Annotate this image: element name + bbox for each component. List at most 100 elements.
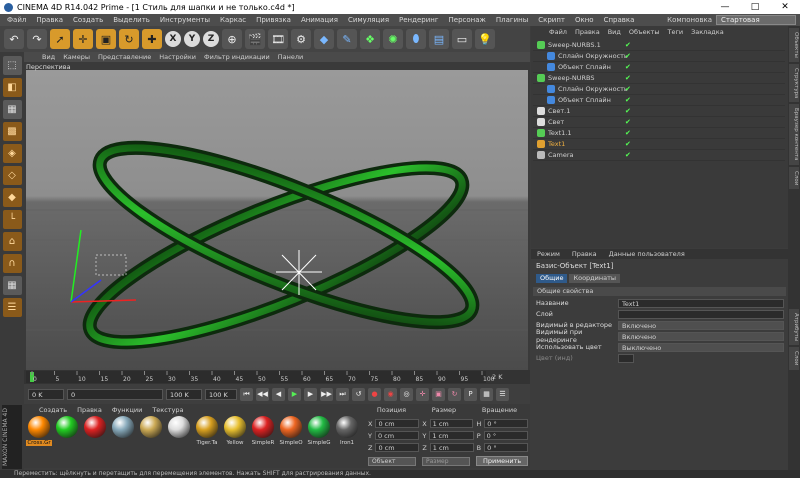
- scale-tool-icon[interactable]: ▣: [96, 29, 116, 49]
- size-z-field[interactable]: 1 cm: [429, 443, 474, 452]
- coord-size-mode-select[interactable]: Размер: [422, 456, 470, 466]
- object-row[interactable]: Text1.1 ✔: [533, 128, 785, 139]
- enabled-check-icon[interactable]: ✔: [625, 74, 631, 82]
- autokey-icon[interactable]: ◉: [384, 387, 397, 401]
- key-param-icon[interactable]: P: [464, 387, 477, 401]
- tab-structure[interactable]: Структура: [789, 63, 799, 103]
- material-item[interactable]: Yellow: [222, 416, 248, 446]
- nurbs-icon[interactable]: ❖: [360, 29, 380, 49]
- pos-z-field[interactable]: 0 cm: [375, 443, 420, 452]
- points-mode-icon[interactable]: ◈: [2, 144, 22, 163]
- tab-layers-2[interactable]: Слои: [789, 347, 799, 370]
- use-color-select[interactable]: Выключено: [618, 342, 784, 352]
- material-item[interactable]: SimpleO: [278, 416, 304, 446]
- close-button[interactable]: ✕: [770, 0, 800, 14]
- go-end-icon[interactable]: ⏭: [336, 387, 349, 401]
- material-item[interactable]: [110, 416, 136, 446]
- enabled-check-icon[interactable]: ✔: [625, 63, 631, 71]
- go-start-icon[interactable]: ⏮: [240, 387, 253, 401]
- enabled-check-icon[interactable]: ✔: [625, 96, 631, 104]
- vp-menu-display[interactable]: Представление: [94, 53, 155, 61]
- rot-p-field[interactable]: 0 °: [483, 431, 529, 440]
- tab-basic[interactable]: Общие: [536, 274, 568, 283]
- tweak-icon[interactable]: ⌂: [2, 232, 22, 251]
- redo-icon[interactable]: ↷: [27, 29, 47, 49]
- object-row[interactable]: Сплайн Окружность ✔: [533, 51, 785, 62]
- scrub-field[interactable]: 0: [67, 388, 163, 400]
- material-item[interactable]: Cross.Gr: [26, 416, 52, 446]
- next-key-icon[interactable]: ▶▶: [320, 387, 333, 401]
- size-y-field[interactable]: 1 cm: [429, 431, 474, 440]
- render-visible-select[interactable]: Включено: [618, 331, 784, 341]
- menu-mesh[interactable]: Каркас: [215, 16, 251, 24]
- material-item[interactable]: [82, 416, 108, 446]
- mat-menu-texture[interactable]: Текстура: [147, 406, 188, 414]
- last-tool-icon[interactable]: ✚: [142, 29, 162, 49]
- undo-icon[interactable]: ↶: [4, 29, 24, 49]
- display-color-swatch[interactable]: [618, 353, 634, 363]
- pos-x-field[interactable]: 0 cm: [375, 419, 420, 428]
- light-icon[interactable]: 💡: [475, 29, 495, 49]
- object-row[interactable]: Sweep-NURBS ✔: [533, 73, 785, 84]
- enabled-check-icon[interactable]: ✔: [625, 52, 631, 60]
- record-icon[interactable]: ●: [368, 387, 381, 401]
- edges-mode-icon[interactable]: ◇: [2, 166, 22, 185]
- tab-objects[interactable]: Объекты: [789, 28, 799, 62]
- obj-menu-objects[interactable]: Объекты: [625, 28, 664, 36]
- attr-menu-mode[interactable]: Режим: [531, 250, 566, 258]
- pos-y-field[interactable]: 0 cm: [374, 431, 420, 440]
- enabled-check-icon[interactable]: ✔: [625, 85, 631, 93]
- menu-simulate[interactable]: Симуляция: [343, 16, 394, 24]
- enabled-check-icon[interactable]: ✔: [625, 151, 631, 159]
- texture-mode-icon[interactable]: ▦: [2, 100, 22, 119]
- tab-attributes[interactable]: Атрибуты: [789, 309, 799, 346]
- menu-window[interactable]: Окно: [570, 16, 599, 24]
- layer-field[interactable]: [618, 309, 784, 319]
- material-item[interactable]: Iron1: [334, 416, 360, 446]
- coordinate-system-icon[interactable]: ⊕: [222, 29, 242, 49]
- mat-menu-edit[interactable]: Правка: [72, 406, 107, 414]
- obj-menu-view[interactable]: Вид: [604, 28, 625, 36]
- polygons-mode-icon[interactable]: ◆: [2, 188, 22, 207]
- object-row[interactable]: Свет.1 ✔: [533, 106, 785, 117]
- object-row[interactable]: Text1 ✔: [533, 139, 785, 150]
- mat-menu-function[interactable]: Функции: [107, 406, 148, 414]
- move-tool-icon[interactable]: ✛: [73, 29, 93, 49]
- prev-frame-icon[interactable]: ◀: [272, 387, 285, 401]
- editor-visible-select[interactable]: Включено: [618, 320, 784, 330]
- apply-button[interactable]: Применить: [476, 456, 529, 466]
- menu-plugins[interactable]: Плагины: [491, 16, 533, 24]
- key-rotation-icon[interactable]: ↻: [448, 387, 461, 401]
- object-row[interactable]: Sweep-NURBS.1 ✔: [533, 40, 785, 51]
- maximize-button[interactable]: □: [740, 0, 770, 14]
- menu-select[interactable]: Выделить: [108, 16, 155, 24]
- enabled-check-icon[interactable]: ✔: [625, 140, 631, 148]
- cube-icon[interactable]: ◆: [314, 29, 334, 49]
- render-picture-viewer-icon[interactable]: 🎞: [268, 29, 288, 49]
- object-row[interactable]: Объект Сплайн ✔: [533, 95, 785, 106]
- menu-edit[interactable]: Правка: [31, 16, 68, 24]
- layout-select[interactable]: Стартовая: [716, 15, 796, 25]
- select-tool-icon[interactable]: ➚: [50, 29, 70, 49]
- key-pla-icon[interactable]: ▦: [480, 387, 493, 401]
- max-frame-field[interactable]: 100 K: [205, 388, 237, 400]
- start-frame-field[interactable]: 0 K: [28, 388, 64, 400]
- material-item[interactable]: SimpleR: [250, 416, 276, 446]
- object-row[interactable]: Сплайн Окружность ✔: [533, 84, 785, 95]
- rot-b-field[interactable]: 0 °: [484, 443, 528, 452]
- key-scale-icon[interactable]: ▣: [432, 387, 445, 401]
- coord-mode-select[interactable]: Объект: [368, 456, 416, 466]
- object-row[interactable]: Свет ✔: [533, 117, 785, 128]
- snap-icon[interactable]: ∩: [2, 254, 22, 273]
- enabled-check-icon[interactable]: ✔: [625, 129, 631, 137]
- camera-icon[interactable]: ▭: [452, 29, 472, 49]
- vp-menu-panel[interactable]: Панели: [274, 53, 308, 61]
- vp-menu-cameras[interactable]: Камеры: [59, 53, 94, 61]
- tab-layers[interactable]: Слои: [789, 166, 799, 190]
- workplane-icon[interactable]: ▩: [2, 122, 22, 141]
- menu-tools[interactable]: Инструменты: [155, 16, 215, 24]
- mat-menu-create[interactable]: Создать: [34, 406, 72, 414]
- obj-menu-file[interactable]: Файл: [545, 28, 571, 36]
- menu-file[interactable]: Файл: [2, 16, 31, 24]
- play-icon[interactable]: ▶: [288, 387, 301, 401]
